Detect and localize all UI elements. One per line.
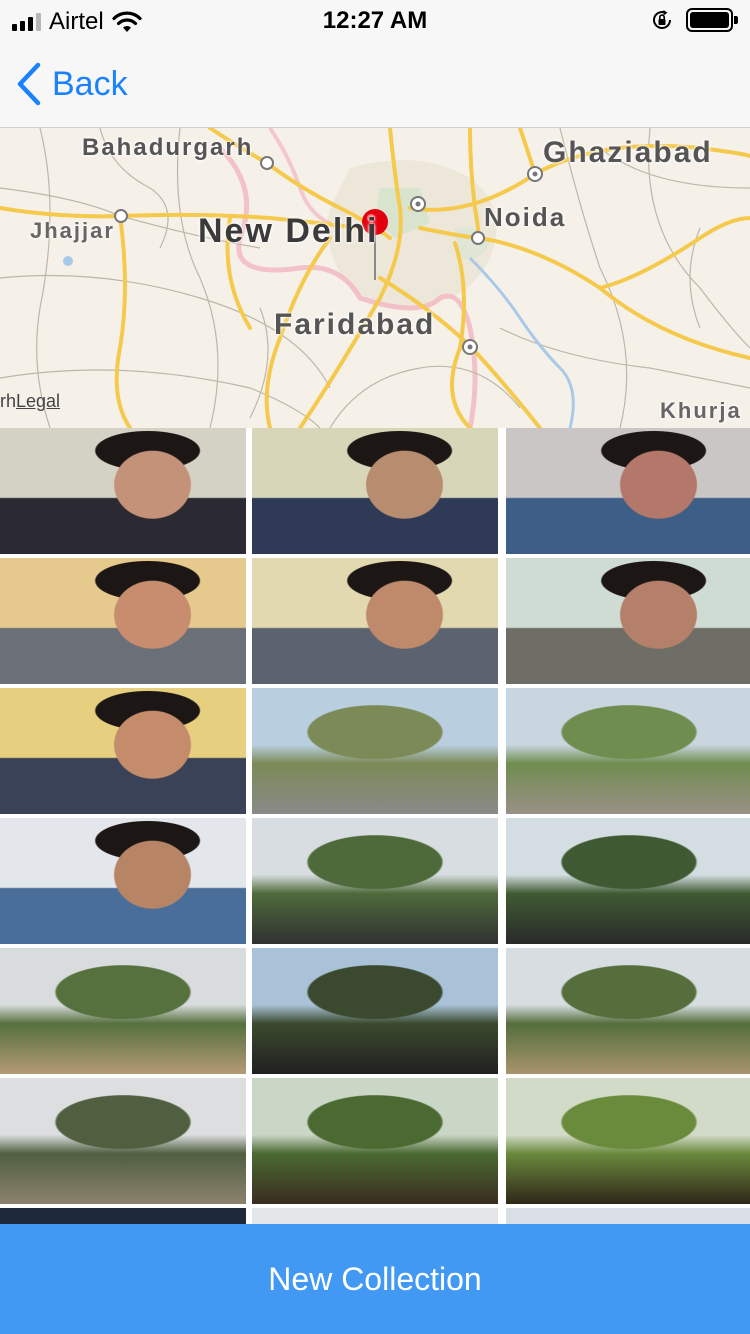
photo-selfie-7[interactable] — [0, 688, 246, 814]
map-label-ghaziabad: Ghaziabad — [543, 136, 713, 169]
photo-gazebo-1[interactable] — [252, 818, 498, 944]
photo-park-tree-2[interactable] — [252, 948, 498, 1074]
battery-icon — [686, 8, 738, 32]
rotation-lock-icon — [653, 10, 671, 29]
photo-partial-1[interactable] — [0, 1208, 246, 1224]
navigation-bar: Back — [0, 40, 750, 128]
photo-selfie-2[interactable] — [252, 428, 498, 554]
map-legal-label: Legal — [16, 391, 61, 411]
photo-partial-3[interactable] — [506, 1208, 750, 1224]
map-label-noida: Noida — [484, 202, 567, 232]
photo-grid — [0, 428, 750, 1224]
photo-partial-2[interactable] — [252, 1208, 498, 1224]
map-label-faridabad: Faridabad — [274, 308, 436, 341]
photo-selfie-6[interactable] — [506, 558, 750, 684]
photo-selfie-8[interactable] — [0, 818, 246, 944]
map-legal-link[interactable]: rhLegal — [0, 391, 60, 412]
map-legal-prefix: rh — [0, 391, 17, 411]
status-right — [650, 8, 738, 32]
new-collection-button[interactable]: New Collection — [0, 1224, 750, 1334]
photo-park-wide-1[interactable] — [0, 1078, 246, 1204]
photo-selfie-3[interactable] — [506, 428, 750, 554]
photo-selfie-1[interactable] — [0, 428, 246, 554]
photo-park-tree-3[interactable] — [506, 948, 750, 1074]
map-roads — [0, 128, 750, 428]
photo-park-path-2[interactable] — [506, 688, 750, 814]
status-time: 12:27 AM — [322, 7, 428, 34]
map-label-jhajjar: Jhajjar — [30, 218, 115, 243]
back-label: Back — [52, 64, 128, 103]
photo-pergola-2[interactable] — [506, 1078, 750, 1204]
photo-selfie-5[interactable] — [252, 558, 498, 684]
photo-pergola-1[interactable] — [252, 1078, 498, 1204]
map-label-new-delhi: New Delhi — [198, 212, 379, 250]
photo-park-tree-1[interactable] — [0, 948, 246, 1074]
status-bar: Airtel 12:27 AM — [0, 0, 750, 40]
photo-park-path-1[interactable] — [252, 688, 498, 814]
map-label-khurja: Khurja — [660, 398, 742, 423]
back-button[interactable]: Back — [16, 62, 128, 106]
map-label-bahadurgarh: Bahadurgarh — [82, 134, 254, 161]
chevron-left-icon — [17, 62, 41, 106]
photo-selfie-4[interactable] — [0, 558, 246, 684]
photo-gazebo-2[interactable] — [506, 818, 750, 944]
map-view[interactable]: Bahadurgarh Ghaziabad Jhajjar New Delhi … — [0, 128, 750, 428]
